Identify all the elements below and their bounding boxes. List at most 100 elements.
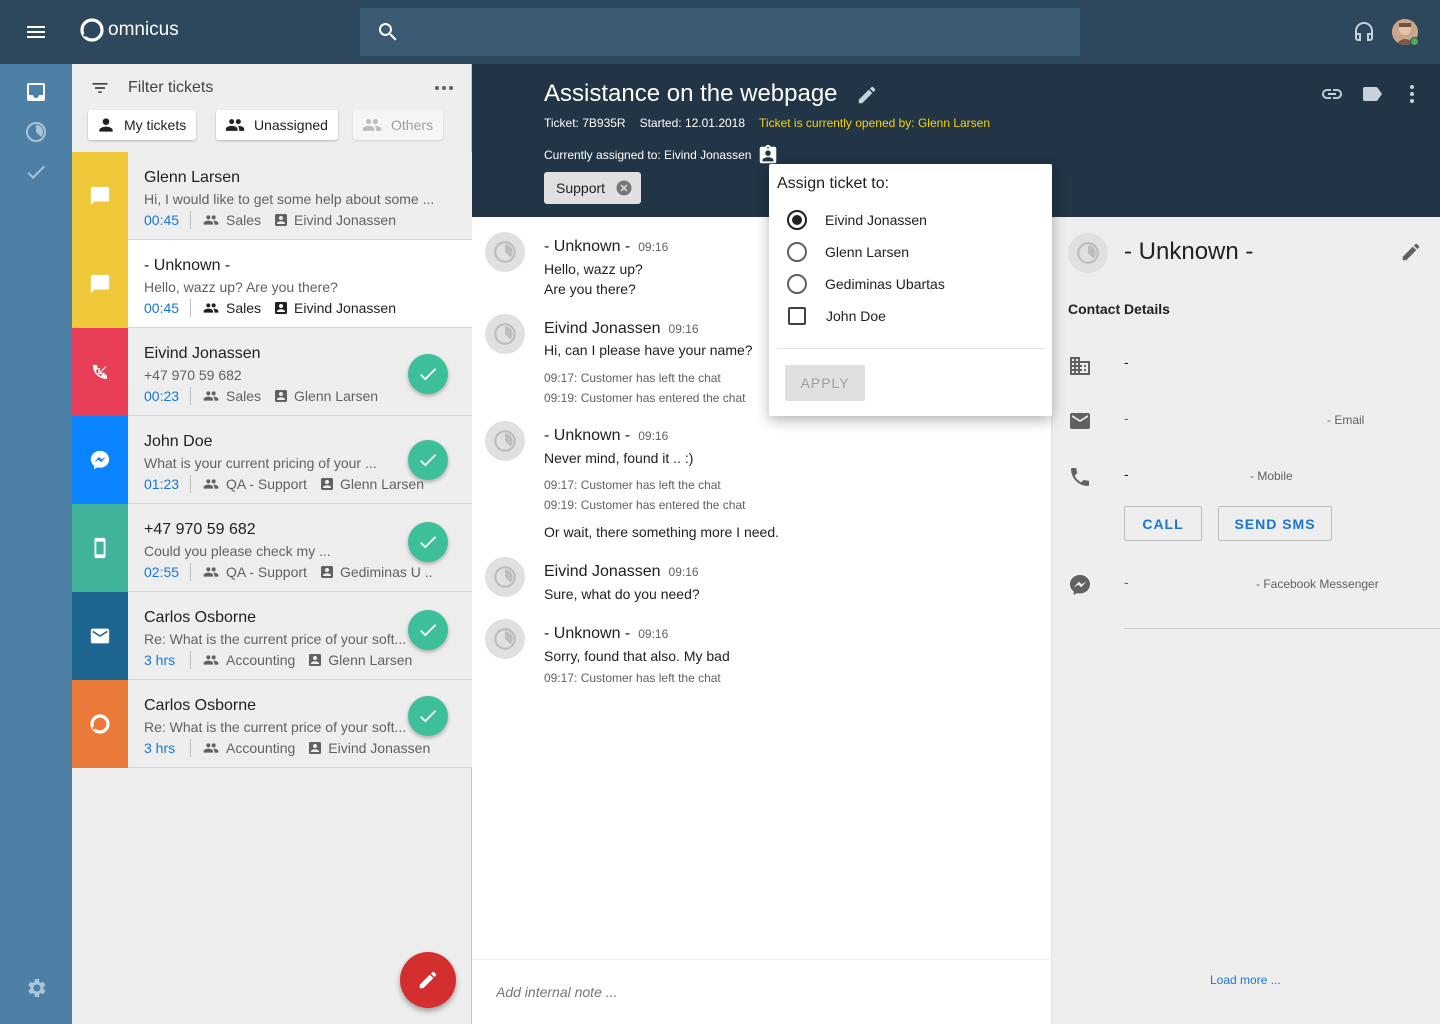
- divider: [1124, 628, 1440, 629]
- more-options-icon[interactable]: [432, 76, 456, 105]
- checkbox[interactable]: [788, 307, 806, 325]
- email-channel-icon: [72, 592, 128, 680]
- pencil-icon: [419, 971, 437, 989]
- ticket-snippet: Could you please check my ...: [144, 543, 331, 559]
- radio-button[interactable]: [787, 242, 807, 262]
- ticket-row[interactable]: Carlos Osborne Re: What is the current p…: [72, 592, 472, 680]
- others-button[interactable]: Others: [353, 110, 444, 140]
- message-text: Or wait, there something more I need.: [544, 524, 779, 540]
- my-tickets-button[interactable]: My tickets: [88, 110, 197, 140]
- contact-panel: - Unknown - Contact Details - - - Email …: [1052, 217, 1440, 1024]
- assign-option-eivind[interactable]: Eivind Jonassen: [787, 209, 927, 231]
- ticket-agent: Gediminas U ..: [319, 564, 433, 580]
- ticket-row[interactable]: Eivind Jonassen +47 970 59 682 00:23 Sal…: [72, 328, 472, 416]
- new-ticket-fab[interactable]: [400, 952, 456, 1008]
- people-icon: [362, 119, 382, 131]
- send-sms-button[interactable]: SEND SMS: [1218, 506, 1332, 541]
- message-text: Hi, can I please have your name?: [544, 342, 753, 358]
- load-more-link[interactable]: Load more ...: [1210, 973, 1281, 987]
- resolve-check-button[interactable]: [408, 610, 448, 650]
- ticket-meta: 00:23 Sales Glenn Larsen: [144, 387, 378, 405]
- apply-button[interactable]: APPLY: [785, 365, 865, 401]
- resolve-check-button[interactable]: [408, 440, 448, 480]
- tag-label: Support: [556, 180, 606, 196]
- call-button[interactable]: CALL: [1124, 506, 1202, 541]
- edit-title-icon[interactable]: [856, 84, 878, 111]
- system-event: 09:17: Customer has left the chat: [544, 371, 721, 385]
- ticket-meta: 01:23 QA - Support Glenn Larsen: [144, 475, 424, 493]
- agent-badge-icon: [275, 390, 288, 402]
- company-value: -: [1124, 354, 1129, 370]
- omnicus-logo-icon: [80, 18, 104, 42]
- ticket-group: Sales: [201, 300, 261, 316]
- avatar: [485, 557, 525, 597]
- ticket-assignment: Currently assigned to: Eivind Jonassen: [544, 144, 779, 166]
- messenger-value[interactable]: -: [1124, 574, 1129, 590]
- group-icon: [203, 479, 219, 489]
- edit-contact-icon[interactable]: [1400, 241, 1422, 268]
- unknown-avatar-icon: [1077, 242, 1099, 264]
- ticket-agent: Glenn Larsen: [273, 388, 378, 404]
- assign-option-glenn[interactable]: Glenn Larsen: [787, 241, 909, 263]
- ticket-row[interactable]: Carlos Osborne Re: What is the current p…: [72, 680, 472, 768]
- contact-avatar: [1068, 233, 1108, 273]
- resolve-check-button[interactable]: [408, 696, 448, 736]
- tag-chip[interactable]: Support: [544, 172, 642, 204]
- ticket-time: 3 hrs: [144, 652, 176, 668]
- ticket-snippet: Re: What is the current price of your so…: [144, 719, 407, 735]
- headset-icon[interactable]: [1352, 20, 1376, 49]
- resolve-check-button[interactable]: [408, 354, 448, 394]
- ticket-title: Assistance on the webpage: [544, 80, 838, 107]
- search-input[interactable]: [416, 8, 1066, 56]
- ticket-row[interactable]: John Doe What is your current pricing of…: [72, 416, 472, 504]
- divider: [777, 348, 1044, 349]
- unassigned-button[interactable]: Unassigned: [216, 110, 338, 140]
- inbox-icon[interactable]: [24, 80, 48, 104]
- filter-icon[interactable]: [90, 78, 110, 103]
- ticket-group: Accounting: [201, 652, 295, 668]
- label-tag-icon[interactable]: [1360, 82, 1384, 111]
- phone-icon: [1068, 465, 1092, 494]
- filter-title: Filter tickets: [128, 79, 214, 96]
- ticket-agent: Glenn Larsen: [319, 476, 424, 492]
- settings-gear-icon[interactable]: [24, 976, 48, 1000]
- ticket-name: Glenn Larsen: [144, 169, 241, 186]
- ticket-agent: Glenn Larsen: [307, 652, 412, 668]
- link-icon[interactable]: [1320, 82, 1344, 111]
- email-value[interactable]: -: [1124, 410, 1129, 426]
- assign-agent-icon[interactable]: [757, 144, 779, 166]
- done-check-icon[interactable]: [24, 160, 48, 184]
- ticket-row[interactable]: Glenn Larsen Hi, I would like to get som…: [72, 152, 472, 240]
- radio-button[interactable]: [787, 274, 807, 294]
- message-text: Sure, what do you need?: [544, 586, 700, 602]
- ticket-agent: Eivind Jonassen: [307, 740, 430, 756]
- agent-badge-icon: [275, 302, 288, 314]
- internal-note-input[interactable]: [496, 980, 1016, 1004]
- history-icon[interactable]: [24, 120, 48, 144]
- filter-header: Filter tickets My tickets Unassigned Oth…: [72, 64, 472, 152]
- group-icon: [203, 391, 219, 401]
- message-author: - Unknown -09:16: [544, 625, 669, 642]
- ticket-row[interactable]: +47 970 59 682 Could you please check my…: [72, 504, 472, 592]
- contact-name: - Unknown -: [1124, 238, 1254, 265]
- ticket-snippet: +47 970 59 682: [144, 367, 242, 383]
- app-logo[interactable]: omnicus: [80, 18, 179, 42]
- menu-icon[interactable]: [24, 20, 48, 44]
- ticket-meta: 00:45 Sales Eivind Jonassen: [144, 211, 396, 229]
- resolve-check-button[interactable]: [408, 522, 448, 562]
- avatar: [485, 314, 525, 354]
- ticket-group: QA - Support: [201, 564, 307, 580]
- ticket-agent: Eivind Jonassen: [273, 300, 396, 316]
- ticket-row[interactable]: - Unknown - Hello, wazz up? Are you ther…: [72, 240, 472, 328]
- search-bar[interactable]: [360, 8, 1080, 56]
- ticket-time: 02:55: [144, 564, 180, 580]
- more-vert-icon[interactable]: [1400, 82, 1424, 111]
- assign-option-gediminas[interactable]: Gediminas Ubartas: [787, 273, 945, 295]
- chat-channel-icon: [72, 152, 128, 240]
- ticket-time: 00:45: [144, 300, 180, 316]
- remove-tag-icon[interactable]: [615, 179, 633, 197]
- assign-option-john[interactable]: John Doe: [787, 305, 886, 327]
- radio-selected[interactable]: [787, 210, 807, 230]
- email-type: - Email: [1327, 413, 1365, 427]
- top-bar: omnicus: [0, 0, 1440, 64]
